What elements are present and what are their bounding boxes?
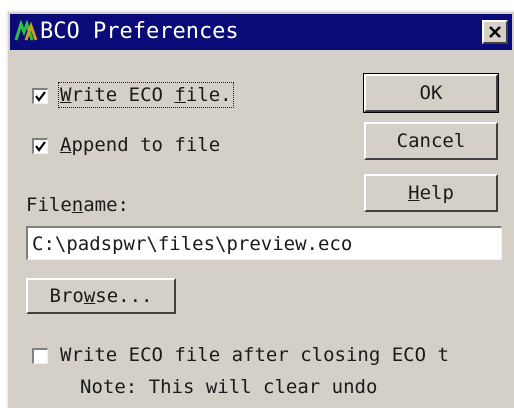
filename-input[interactable] xyxy=(26,226,502,260)
window-title: BCO Preferences xyxy=(40,19,239,44)
browse-button[interactable]: Bro w se... xyxy=(26,278,176,314)
title-bar[interactable]: BCO Preferences xyxy=(10,14,512,50)
cancel-button[interactable]: Cancel xyxy=(364,122,498,160)
note-text: Note: This will clear undo xyxy=(80,376,378,398)
app-icon[interactable] xyxy=(14,19,38,44)
checkmark-icon xyxy=(35,91,46,102)
checkmark-icon xyxy=(35,141,46,152)
filename-label: Filename: xyxy=(26,194,129,216)
ok-button[interactable]: OK xyxy=(364,74,498,112)
append-to-file-label[interactable]: Append to file xyxy=(60,134,220,156)
append-to-file-checkbox[interactable] xyxy=(32,138,48,154)
eco-preferences-dialog: BCO Preferences Write ECO file. Append t… xyxy=(6,10,514,408)
help-button[interactable]: Help xyxy=(364,174,498,212)
close-icon xyxy=(489,26,501,38)
write-after-closing-checkbox[interactable] xyxy=(32,348,48,364)
write-eco-file-checkbox[interactable] xyxy=(32,88,48,104)
write-after-closing-label[interactable]: Write ECO file after closing ECO t xyxy=(60,344,449,366)
close-button[interactable] xyxy=(482,20,508,44)
write-eco-file-label[interactable]: Write ECO file. xyxy=(58,82,234,108)
